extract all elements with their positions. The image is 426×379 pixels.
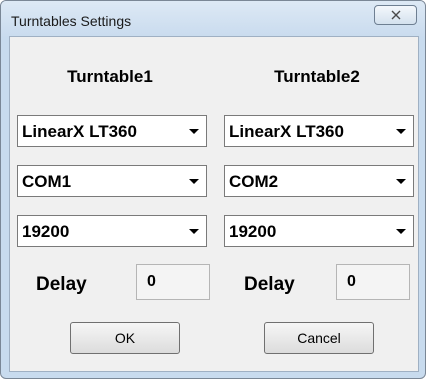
- chevron-down-icon: [189, 229, 199, 234]
- chevron-down-icon: [189, 179, 199, 184]
- settings-dialog: Turntables Settings Turntable1 LinearX L…: [0, 0, 426, 379]
- turntable1-port-value: COM1: [22, 172, 72, 191]
- dialog-body: Turntable1 LinearX LT360 COM1 19200 Dela…: [9, 36, 419, 372]
- turntable1-delay-label: Delay: [36, 274, 87, 295]
- chevron-down-icon: [189, 129, 199, 134]
- turntable2-delay-value: 0: [347, 273, 356, 290]
- turntable2-delay-input[interactable]: 0: [336, 264, 410, 300]
- ok-button[interactable]: OK: [70, 322, 180, 354]
- cancel-button[interactable]: Cancel: [264, 322, 374, 354]
- turntable2-model-value: LinearX LT360: [229, 122, 344, 141]
- close-button[interactable]: [374, 5, 417, 25]
- turntable1-model-select[interactable]: LinearX LT360: [17, 115, 207, 147]
- turntable1-baud-select[interactable]: 19200: [17, 215, 207, 247]
- turntable2-header: Turntable2: [274, 67, 360, 86]
- turntable1-header: Turntable1: [67, 67, 153, 86]
- turntable1-model-value: LinearX LT360: [22, 122, 137, 141]
- title-bar: Turntables Settings: [1, 1, 425, 37]
- turntable1-delay-value: 0: [147, 273, 156, 290]
- chevron-down-icon: [396, 129, 406, 134]
- chevron-down-icon: [396, 179, 406, 184]
- turntable2-baud-value: 19200: [229, 222, 277, 241]
- turntable2-baud-select[interactable]: 19200: [224, 215, 414, 247]
- turntable2-port-select[interactable]: COM2: [224, 165, 414, 197]
- turntable1-delay-input[interactable]: 0: [136, 264, 210, 300]
- turntable2-port-value: COM2: [229, 172, 279, 191]
- window-title: Turntables Settings: [11, 13, 132, 29]
- turntable1-port-select[interactable]: COM1: [17, 165, 207, 197]
- chevron-down-icon: [396, 229, 406, 234]
- turntable2-model-select[interactable]: LinearX LT360: [224, 115, 414, 147]
- close-icon: [391, 10, 400, 20]
- turntable2-delay-label: Delay: [244, 274, 295, 295]
- turntable1-baud-value: 19200: [22, 222, 70, 241]
